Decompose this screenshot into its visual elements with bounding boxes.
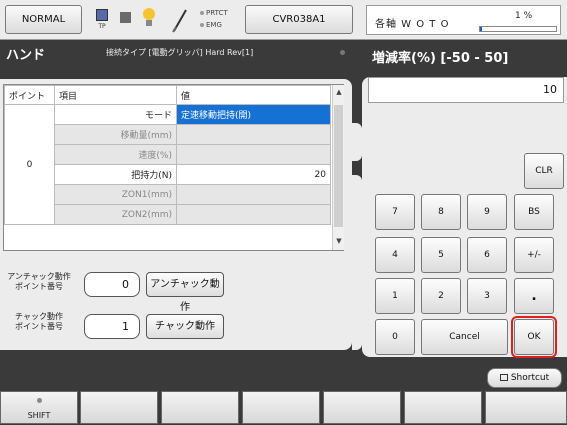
tp-icon: TP	[94, 9, 110, 33]
emg-label: EMG	[206, 21, 222, 29]
scroll-thumb[interactable]	[334, 105, 343, 227]
item-move-amount: 移動量(mm)	[54, 124, 177, 145]
header-item: 項目	[54, 85, 177, 105]
shift-indicator-icon	[37, 398, 42, 403]
override-bar-fill	[480, 27, 482, 31]
function-key-3[interactable]	[242, 391, 320, 424]
plus-minus-key[interactable]: +/-	[514, 237, 554, 273]
item-zon1: ZON1(mm)	[54, 184, 177, 205]
shortcut-button[interactable]: Shortcut	[487, 368, 562, 388]
keypad-title: 増減率(%) [-50 - 50]	[372, 51, 509, 66]
protect-label: PRTCT	[206, 9, 228, 17]
key-6[interactable]: 6	[467, 237, 507, 273]
function-key-6[interactable]	[485, 391, 567, 424]
key-4[interactable]: 4	[375, 237, 415, 273]
top-status-bar: NORMAL TP PRTCT EMG CVR038A1 各軸 W O T O …	[0, 0, 567, 40]
numeric-keypad-panel: 10 CLR 7 8 9 BS 4 5 6 +/- 1 2 3 . 0 Canc…	[362, 71, 567, 361]
connection-info: 接続タイプ [電動グリッパ] Hard Rev[1]	[106, 48, 254, 57]
axis-override-panel[interactable]: 各軸 W O T O 1 %	[366, 5, 561, 35]
page-title: ハンド	[6, 48, 46, 63]
jog-pen-icon	[170, 7, 190, 33]
shift-key[interactable]: SHIFT	[0, 391, 78, 424]
backspace-key[interactable]: BS	[514, 194, 554, 230]
program-name-button[interactable]: CVR038A1	[245, 5, 353, 34]
scroll-up-icon[interactable]: ▲	[334, 88, 344, 98]
value-grip-force[interactable]: 20	[176, 164, 331, 185]
header-value: 値	[176, 85, 331, 105]
function-key-5[interactable]	[404, 391, 482, 424]
function-key-1[interactable]	[80, 391, 158, 424]
keypad-entry-field[interactable]: 10	[368, 77, 564, 103]
table-header-row: ポイント 項目 値	[4, 85, 331, 105]
unchuck-button[interactable]: アンチャック動作	[146, 272, 224, 313]
function-key-bar: Shortcut SHIFT	[0, 362, 567, 425]
cancel-key[interactable]: Cancel	[421, 319, 508, 355]
chuck-point-field[interactable]: 1	[84, 314, 140, 339]
unchuck-point-field[interactable]: 0	[84, 272, 140, 297]
item-speed: 速度(%)	[54, 144, 177, 165]
header-point: ポイント	[4, 85, 55, 105]
table-scrollbar[interactable]: ▲ ▼	[332, 85, 344, 250]
ok-key[interactable]: OK	[511, 316, 557, 358]
key-0[interactable]: 0	[375, 319, 415, 355]
unchuck-point-label: アンチャック動作 ポイント番号	[7, 272, 71, 291]
lamp-icon	[142, 8, 156, 30]
chuck-button[interactable]: チャック動作	[146, 314, 224, 339]
key-2[interactable]: 2	[421, 278, 461, 314]
shortcut-icon	[499, 374, 508, 381]
table-row[interactable]: 0 モード 定速移動把持(開)	[4, 104, 331, 225]
point-number: 0	[4, 104, 55, 225]
panel-tab[interactable]	[352, 123, 362, 161]
shortcut-label: Shortcut	[510, 373, 550, 383]
key-7[interactable]: 7	[375, 194, 415, 230]
hand-settings-panel: ポイント 項目 値 0 モード 定速移動把持(開) 移動量(mm) 速度(%)	[0, 79, 352, 350]
item-zon2: ZON2(mm)	[54, 204, 177, 225]
value-mode[interactable]: 定速移動把持(開)	[176, 104, 331, 125]
hand-header: ハンド 接続タイプ [電動グリッパ] Hard Rev[1]	[0, 41, 356, 63]
stop-square-icon	[120, 12, 131, 23]
scroll-down-icon[interactable]: ▼	[334, 237, 344, 247]
override-percent: 1 %	[515, 11, 533, 21]
item-mode: モード	[54, 104, 177, 125]
key-5[interactable]: 5	[421, 237, 461, 273]
hand-point-table: ポイント 項目 値 0 モード 定速移動把持(開) 移動量(mm) 速度(%)	[3, 84, 344, 251]
key-3[interactable]: 3	[467, 278, 507, 314]
value-zon2[interactable]	[176, 204, 331, 225]
clr-key[interactable]: CLR	[524, 153, 564, 189]
override-bar	[479, 26, 557, 32]
value-move-amount[interactable]	[176, 124, 331, 145]
function-key-4[interactable]	[323, 391, 401, 424]
function-key-2[interactable]	[161, 391, 239, 424]
item-grip-force: 把持力(N)	[54, 164, 177, 185]
decimal-key[interactable]: .	[514, 278, 554, 314]
key-1[interactable]: 1	[375, 278, 415, 314]
tp-label: TP	[98, 23, 106, 30]
mode-button[interactable]: NORMAL	[5, 5, 82, 34]
panel-tab[interactable]	[352, 175, 362, 350]
chuck-point-label: チャック動作 ポイント番号	[15, 312, 63, 331]
jog-axis-label: 各軸 W O T O	[375, 19, 450, 30]
key-9[interactable]: 9	[467, 194, 507, 230]
key-8[interactable]: 8	[421, 194, 461, 230]
keypad-header: 増減率(%) [-50 - 50]	[356, 41, 567, 71]
value-speed[interactable]	[176, 144, 331, 165]
teach-pendant-screen: NORMAL TP PRTCT EMG CVR038A1 各軸 W O T O …	[0, 0, 567, 425]
protect-emg-indicators: PRTCT EMG	[200, 7, 228, 31]
status-dot-icon	[340, 50, 345, 55]
shift-label: SHIFT	[27, 411, 51, 420]
value-zon1[interactable]	[176, 184, 331, 205]
